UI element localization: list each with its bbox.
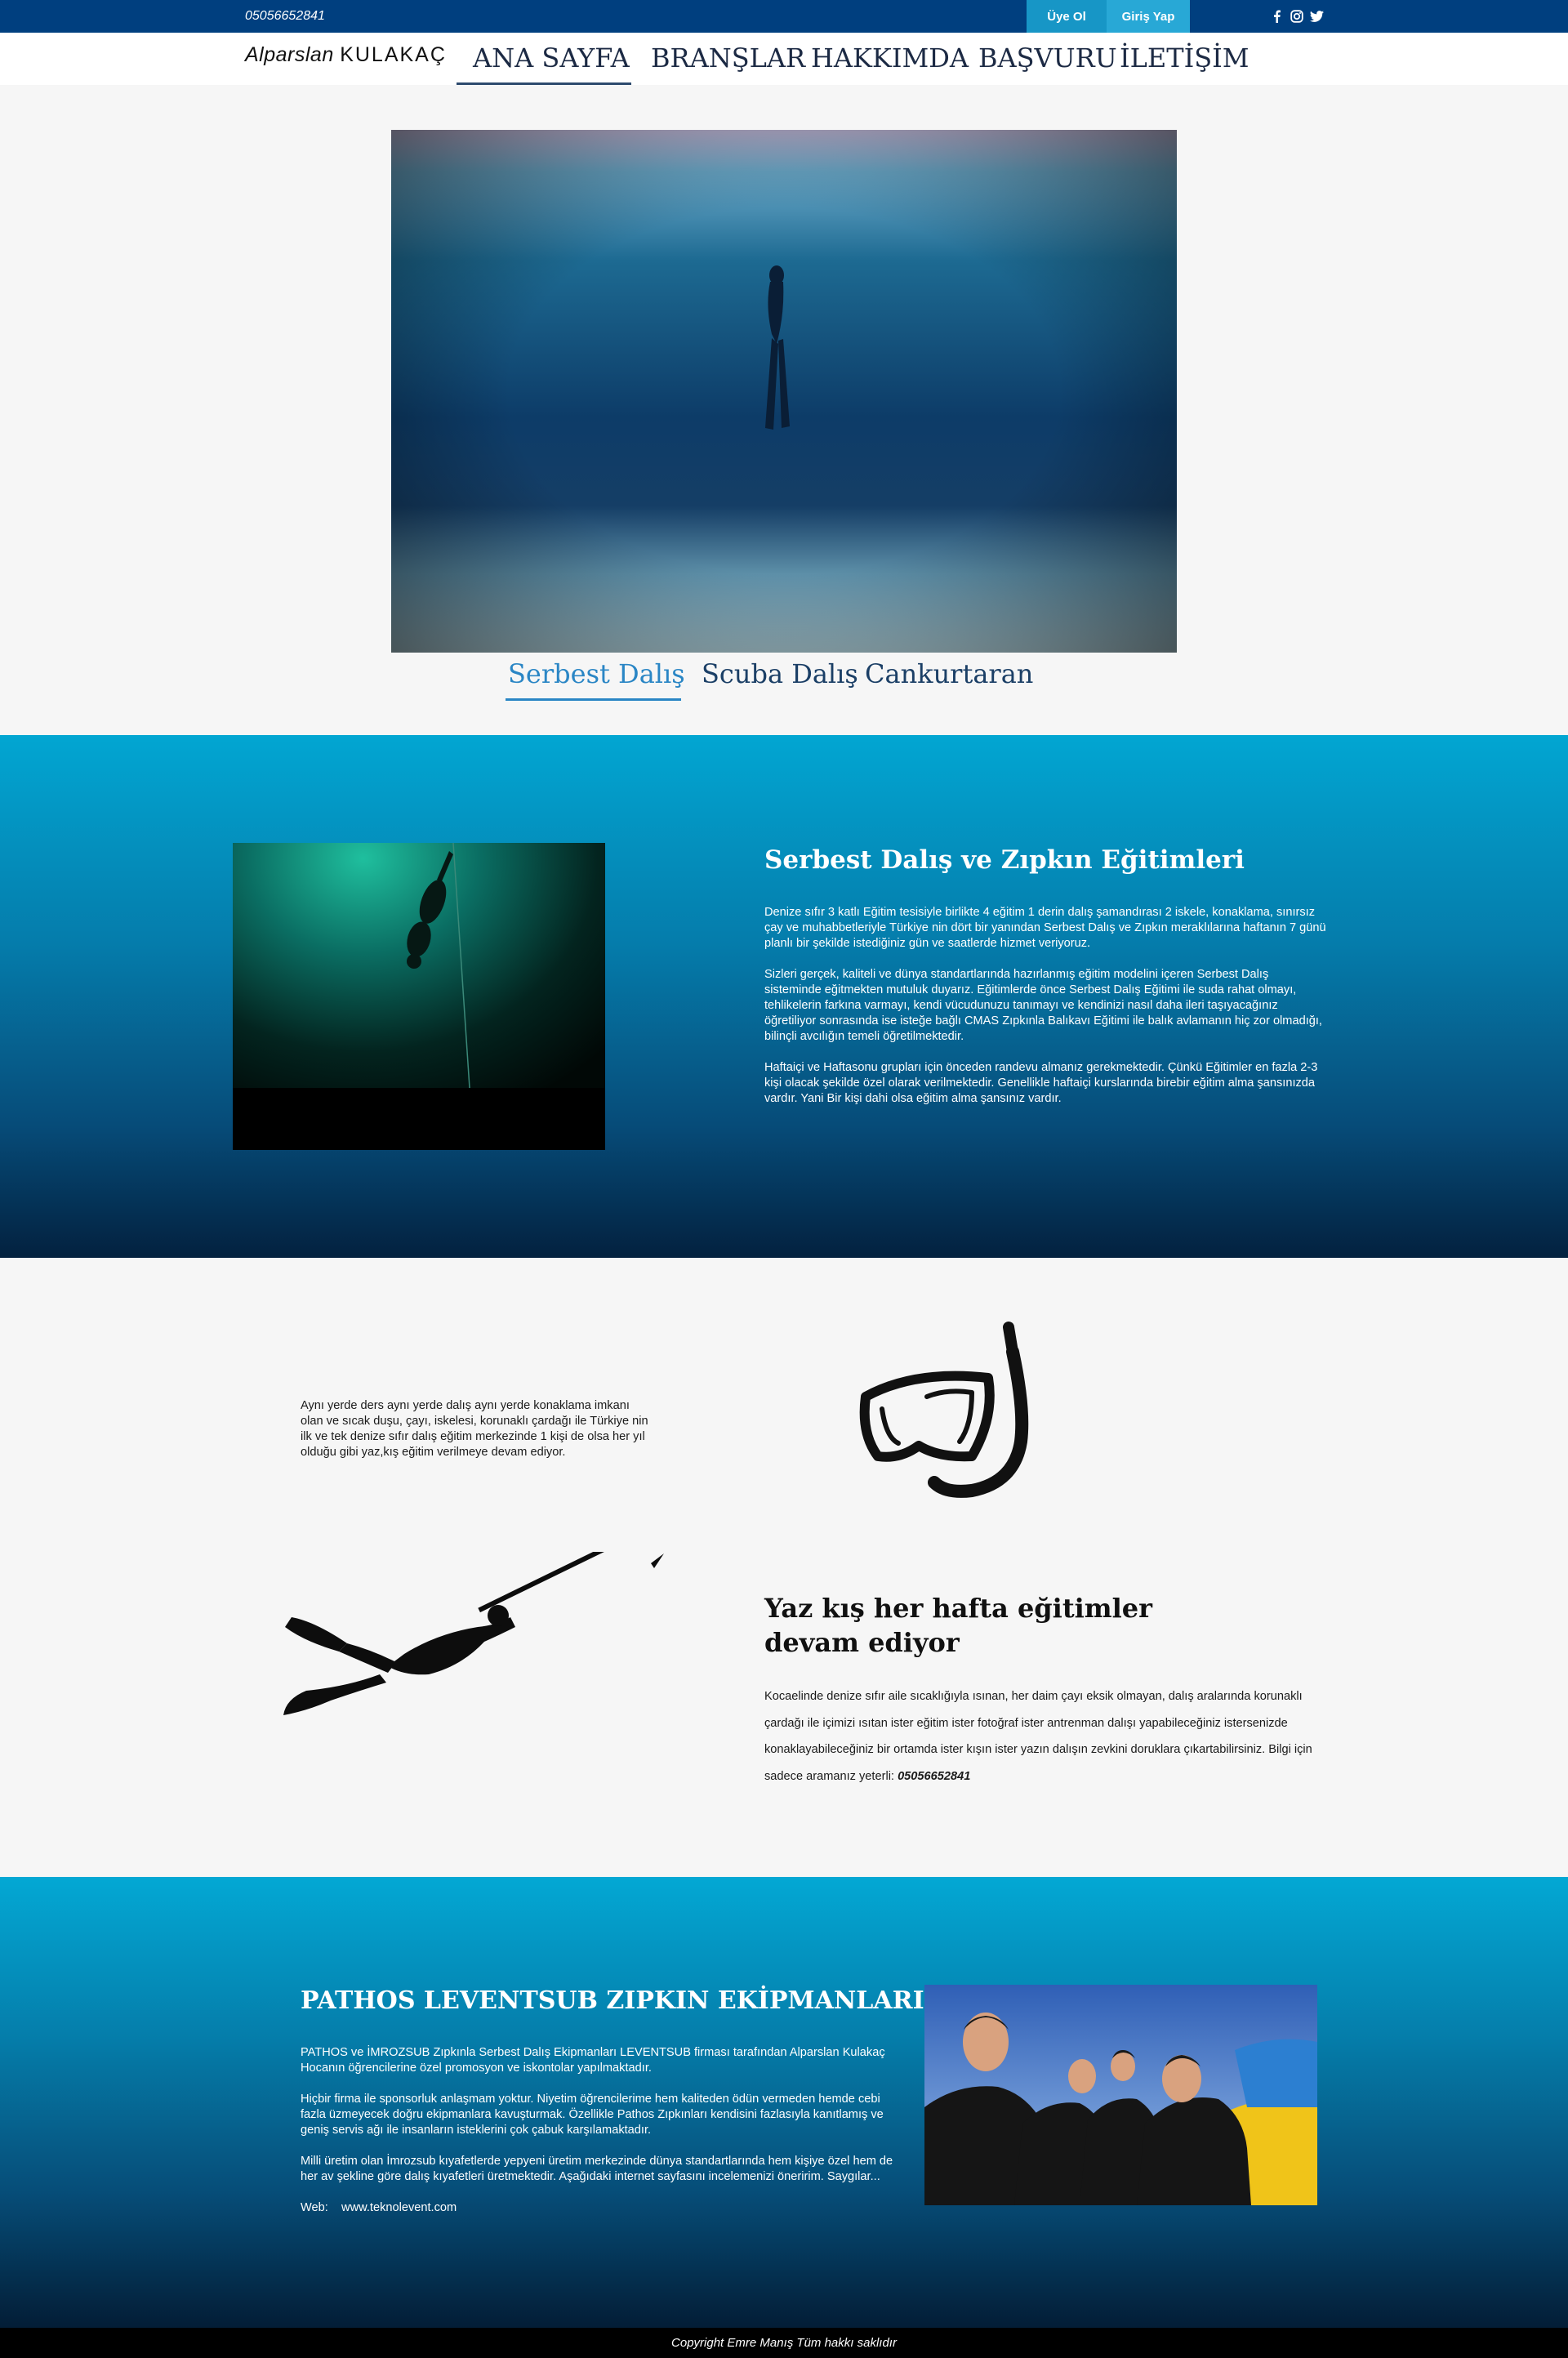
section1-title: Serbest Dalış ve Zıpkın Eğitimleri [764,845,1245,875]
nav-item-branches[interactable]: BRANŞLAR [651,42,805,74]
header-phone[interactable]: 05056652841 [245,9,325,24]
section3-paragraph-3: Milli üretim olan İmrozsub kıyafetlerde … [301,2155,893,2183]
section3-web: Web: www.teknolevent.com [301,2200,905,2216]
section2-body: Kocaelinde denize sıfır aile sıcaklığıyl… [764,1683,1328,1790]
diving-mask-icon [849,1319,1037,1507]
nav-item-home[interactable]: ANA SAYFA [473,42,630,74]
signup-button[interactable]: Üye Ol [1027,0,1107,33]
top-bar [0,0,1568,33]
web-link[interactable]: www.teknolevent.com [341,2201,457,2214]
section1-paragraph-2: Sizleri gerçek, kaliteli ve dünya standa… [764,968,1322,1043]
tab-active-indicator [506,698,681,701]
section2-title-line2: devam ediyor [764,1627,960,1658]
nav-item-about[interactable]: HAKKIMDA [811,42,969,74]
logo-first-name: Alparslan [245,43,334,66]
section3-paragraph-1: PATHOS ve İMROZSUB Zıpkınla Serbest Dalı… [301,2046,885,2075]
section2-phone[interactable]: 05056652841 [898,1770,970,1783]
section2-title-line1: Yaz kış her hafta eğitimler [764,1593,1152,1624]
section2-intro: Aynı yerde ders aynı yerde dalış aynı ye… [301,1399,648,1459]
section1-paragraph-1: Denize sıfır 3 katlı Eğitim tesisiyle bi… [764,906,1326,950]
web-label: Web: [301,2201,328,2214]
nav-item-apply[interactable]: BAŞVURU [978,42,1117,74]
instagram-icon[interactable] [1289,8,1305,25]
twitter-icon[interactable] [1308,8,1325,25]
section3-title: PATHOS LEVENTSUB ZIPKIN EKİPMANLARI [301,1986,924,2015]
site-logo[interactable]: Alparslan KULAKAÇ [245,43,447,67]
section3-paragraph-2: Hiçbir firma ile sponsorluk anlaşmam yok… [301,2093,884,2137]
section2-title: Yaz kış her hafta eğitimler devam ediyor [764,1591,1152,1660]
login-button[interactable]: Giriş Yap [1107,0,1190,33]
spearfisher-icon [282,1525,666,1732]
nav-item-contact[interactable]: İLETİŞİM [1120,42,1250,74]
section1-paragraph-3: Haftaiçi ve Haftasonu grupları için önce… [764,1061,1318,1105]
nav-active-indicator [457,82,631,85]
hero-image [391,130,1177,653]
facebook-icon[interactable] [1268,8,1285,25]
tab-freediving[interactable]: Serbest Dalış [508,658,685,689]
tab-lifeguard[interactable]: Cankurtaran [865,658,1033,689]
logo-last-name: KULAKAÇ [340,43,447,66]
team-photo [924,1985,1317,2205]
freediver-photo [233,843,605,1150]
tab-scuba[interactable]: Scuba Dalış [702,658,858,689]
section2-body-text: Kocaelinde denize sıfır aile sıcaklığıyl… [764,1690,1312,1783]
footer-copyright: Copyright Emre Manış Tüm hakkı saklıdır [0,2328,1568,2358]
